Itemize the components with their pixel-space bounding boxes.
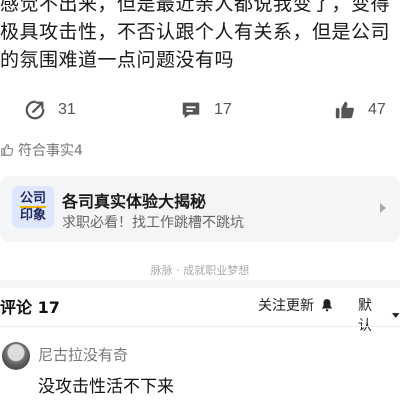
thumbs-up-outline-icon	[1, 144, 14, 156]
post-actions-bar: 31 17 47	[0, 96, 400, 124]
comment-bubble-icon	[182, 102, 200, 119]
follow-updates-label: 关注更新	[258, 298, 314, 314]
share-button[interactable]: 31	[24, 96, 76, 124]
fact-check-badge[interactable]: 符合事实4	[0, 140, 83, 160]
comment-text: 没攻击性活不下来	[38, 377, 174, 397]
share-arrow-icon	[25, 100, 45, 120]
comments-header: 评论 17 关注更新 默认	[0, 290, 400, 334]
bell-icon	[321, 299, 333, 312]
comments-title: 评论 17	[0, 298, 60, 317]
caret-right-icon	[380, 203, 386, 213]
caret-down-icon	[391, 313, 400, 318]
section-divider	[0, 280, 400, 288]
post-text: 感觉不出来，但是最近亲人都说我变了，变得极具攻击性，不否认跟个人有关系，但是公司…	[0, 0, 391, 71]
like-button[interactable]: 47	[334, 96, 386, 124]
comment-username[interactable]: 尼古拉没有奇	[38, 344, 128, 365]
promo-title: 各司真实体验大揭秘	[62, 192, 207, 211]
promo-card[interactable]: 公司 印象 各司真实体验大揭秘 求职必看！找工作跳槽不跳坑	[0, 176, 400, 242]
company-impression-logo: 公司 印象	[12, 186, 54, 228]
logo-line-1: 公司	[19, 191, 46, 208]
like-count: 47	[368, 101, 386, 118]
comment-button[interactable]: 17	[180, 96, 232, 124]
follow-updates-button[interactable]: 关注更新	[258, 295, 334, 315]
avatar[interactable]	[2, 342, 30, 370]
comments-divider	[0, 326, 400, 327]
thumbs-up-icon	[335, 101, 354, 119]
brand-footer-note: 脉脉 · 成就职业梦想	[150, 264, 250, 277]
sort-dropdown[interactable]: 默认	[358, 295, 400, 335]
fact-check-label: 符合事实4	[18, 143, 83, 159]
sort-label: 默认	[358, 298, 372, 334]
promo-subtitle: 求职必看！找工作跳槽不跳坑	[62, 215, 244, 231]
comment-count: 17	[214, 101, 232, 118]
comment-item: 尼古拉没有奇 没攻击性活不下来	[0, 338, 400, 400]
logo-line-2: 印象	[19, 208, 46, 223]
share-count: 31	[58, 101, 76, 118]
